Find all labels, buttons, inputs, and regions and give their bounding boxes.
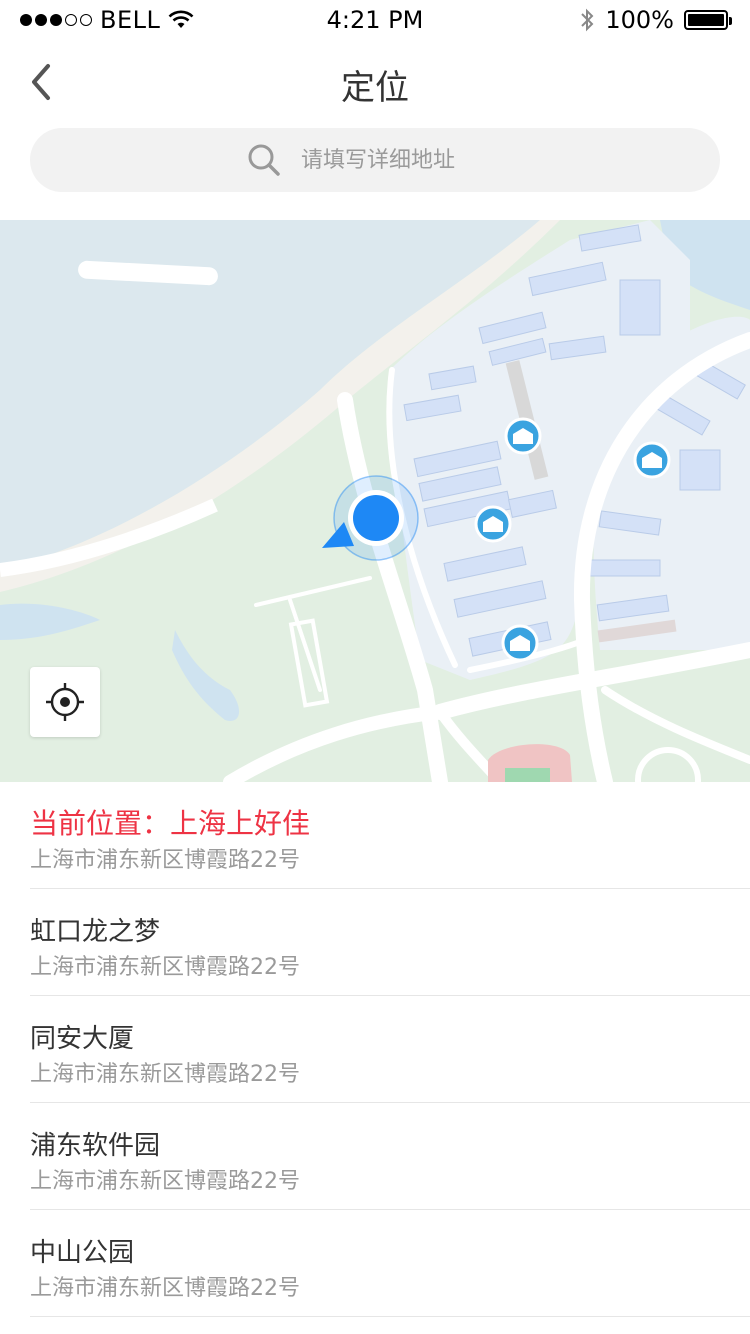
- list-item-address: 上海市浦东新区博霞路22号: [30, 1276, 300, 1301]
- status-bar: BELL 4:21 PM 100%: [0, 0, 750, 40]
- divider: [30, 1316, 750, 1317]
- list-item-address: 上海市浦东新区博霞路22号: [30, 955, 300, 980]
- poi-school-icon[interactable]: [501, 624, 539, 662]
- crosshair-icon: [46, 683, 84, 721]
- chevron-left-icon: [32, 64, 50, 100]
- page-title: 定位: [341, 68, 409, 108]
- search-icon: [248, 144, 280, 176]
- list-item[interactable]: 虹口龙之梦 上海市浦东新区博霞路22号: [0, 889, 750, 996]
- list-item-name: 浦东软件园: [30, 1131, 161, 1161]
- list-item-name: 虹口龙之梦: [30, 917, 161, 947]
- search-bar[interactable]: [30, 128, 720, 192]
- battery-percent: 100%: [605, 6, 674, 34]
- nav-bar: 定位: [0, 40, 750, 128]
- map-canvas: [0, 220, 750, 782]
- list-item-address: 上海市浦东新区博霞路22号: [30, 1062, 300, 1087]
- recenter-button[interactable]: [30, 667, 100, 737]
- poi-school-icon[interactable]: [504, 417, 542, 455]
- current-location-title: 当前位置：上海上好佳: [30, 807, 311, 840]
- list-item[interactable]: 中山公园 上海市浦东新区博霞路22号: [0, 1210, 750, 1317]
- bluetooth-icon: [581, 8, 594, 32]
- list-item-name: 中山公园: [30, 1238, 135, 1268]
- status-right: 100%: [579, 6, 732, 34]
- current-location-item[interactable]: 当前位置：上海上好佳 上海市浦东新区博霞路22号: [0, 782, 750, 889]
- battery-icon: [684, 10, 732, 30]
- current-location-address: 上海市浦东新区博霞路22号: [30, 848, 300, 873]
- map-view[interactable]: [0, 220, 750, 782]
- list-item-name: 同安大厦: [30, 1024, 135, 1054]
- poi-school-icon[interactable]: [474, 505, 512, 543]
- back-button[interactable]: [22, 60, 66, 104]
- list-item[interactable]: 浦东软件园 上海市浦东新区博霞路22号: [0, 1103, 750, 1210]
- search-input[interactable]: [299, 146, 503, 174]
- list-item[interactable]: 同安大厦 上海市浦东新区博霞路22号: [0, 996, 750, 1103]
- location-list: 当前位置：上海上好佳 上海市浦东新区博霞路22号 虹口龙之梦 上海市浦东新区博霞…: [0, 782, 750, 1317]
- poi-school-icon[interactable]: [633, 441, 671, 479]
- list-item-address: 上海市浦东新区博霞路22号: [30, 1169, 300, 1194]
